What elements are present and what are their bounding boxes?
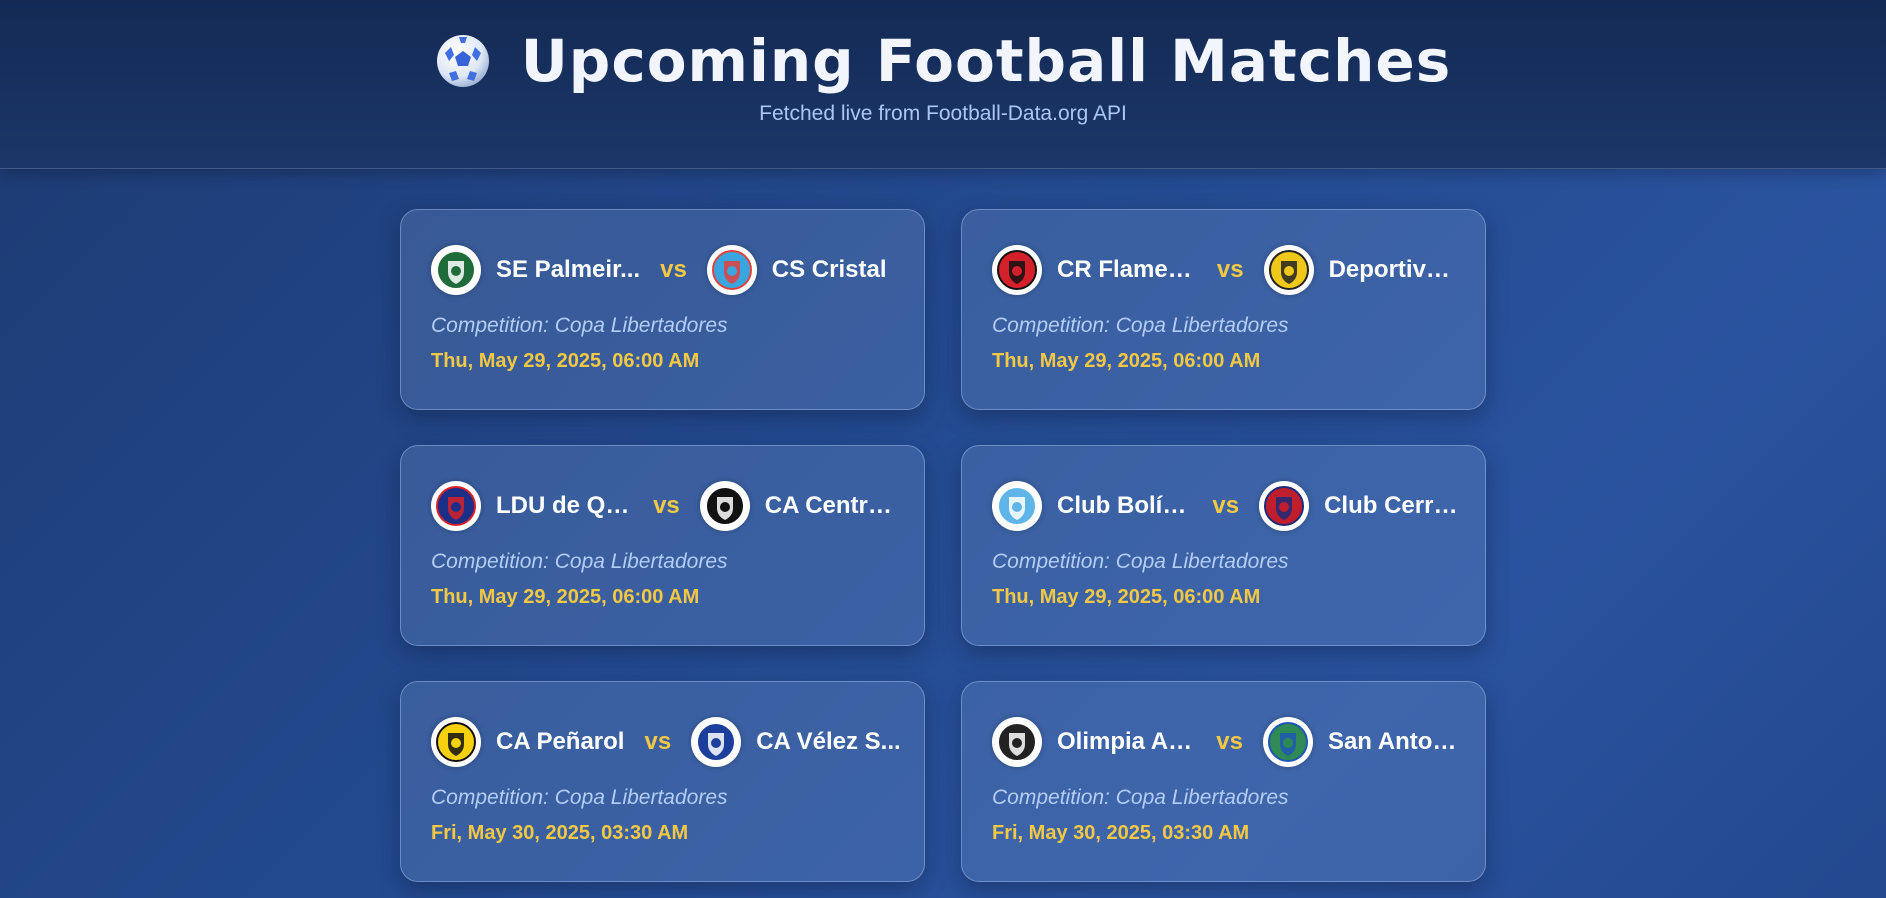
away-team-crest-icon <box>1259 481 1310 531</box>
away-team-crest-icon <box>1263 245 1314 295</box>
competition-label: Competition: Copa Libertadores <box>431 786 728 809</box>
teams-row: CA Peñarol vs CA Vélez S... <box>431 717 901 767</box>
away-team-name: San Anton... <box>1327 728 1462 755</box>
match-date: Thu, May 29, 2025, 06:00 AM <box>992 586 1261 608</box>
home-team-name: CA Peñarol <box>496 728 625 755</box>
away-team-name: CS Cristal <box>771 256 887 283</box>
home-team-crest-icon <box>431 481 481 531</box>
match-date: Thu, May 29, 2025, 06:00 AM <box>992 350 1261 372</box>
competition-label: Competition: Copa Libertadores <box>992 314 1289 337</box>
match-card[interactable]: Olimpia As... vs San Anton... Competitio… <box>961 681 1486 882</box>
away-team-name: Club Cerro... <box>1324 492 1462 519</box>
away-team-crest-icon <box>706 245 757 295</box>
match-card[interactable]: Club Bolívar vs Club Cerro... Competitio… <box>961 445 1486 646</box>
match-card[interactable]: CA Peñarol vs CA Vélez S... Competition:… <box>400 681 925 882</box>
home-team-name: Club Bolívar <box>1057 492 1193 519</box>
match-date: Thu, May 29, 2025, 06:00 AM <box>431 350 700 372</box>
competition-label: Competition: Copa Libertadores <box>992 550 1289 573</box>
match-card[interactable]: SE Palmeir... vs CS Cristal Competition:… <box>400 209 925 410</box>
page-header: Upcoming Football Matches Fetched live f… <box>0 0 1886 169</box>
home-team-crest-icon <box>992 481 1042 531</box>
vs-label: vs <box>644 728 672 755</box>
teams-row: Olimpia As... vs San Anton... <box>992 717 1462 767</box>
teams-row: LDU de Qu... vs CA Central... <box>431 481 901 531</box>
away-team-crest-icon <box>1262 717 1313 767</box>
home-team-name: LDU de Qu... <box>496 492 634 519</box>
match-card[interactable]: LDU de Qu... vs CA Central... Competitio… <box>400 445 925 646</box>
home-team-crest-icon <box>431 245 481 295</box>
vs-label: vs <box>1212 492 1240 519</box>
match-date: Fri, May 30, 2025, 03:30 AM <box>431 822 689 844</box>
title-row: Upcoming Football Matches <box>0 24 1886 98</box>
teams-row: CR Flamen... vs Deportivo ... <box>992 245 1462 295</box>
away-team-name: CA Vélez S... <box>756 728 901 755</box>
match-date: Fri, May 30, 2025, 03:30 AM <box>992 822 1250 844</box>
teams-row: SE Palmeir... vs CS Cristal <box>431 245 901 295</box>
competition-label: Competition: Copa Libertadores <box>992 786 1289 809</box>
match-card[interactable]: CR Flamen... vs Deportivo ... Competitio… <box>961 209 1486 410</box>
away-team-name: Deportivo ... <box>1328 256 1462 283</box>
vs-label: vs <box>1216 728 1243 755</box>
home-team-crest-icon <box>992 245 1042 295</box>
home-team-crest-icon <box>992 717 1042 767</box>
away-team-crest-icon <box>699 481 750 531</box>
competition-label: Competition: Copa Libertadores <box>431 314 728 337</box>
vs-label: vs <box>660 256 687 283</box>
page-subtitle: Fetched live from Football-Data.org API <box>759 102 1127 125</box>
home-team-crest-icon <box>431 717 481 767</box>
teams-row: Club Bolívar vs Club Cerro... <box>992 481 1462 531</box>
home-team-name: SE Palmeir... <box>496 256 641 283</box>
away-team-name: CA Central... <box>764 492 901 519</box>
home-team-name: Olimpia As... <box>1057 728 1197 755</box>
home-team-name: CR Flamen... <box>1057 256 1197 283</box>
match-date: Thu, May 29, 2025, 06:00 AM <box>431 586 700 608</box>
vs-label: vs <box>653 492 680 519</box>
matches-grid: SE Palmeir... vs CS Cristal Competition:… <box>400 209 1486 898</box>
vs-label: vs <box>1216 256 1244 283</box>
away-team-crest-icon <box>691 717 742 767</box>
page-title: Upcoming Football Matches <box>520 27 1452 95</box>
competition-label: Competition: Copa Libertadores <box>431 550 728 573</box>
soccer-ball-icon <box>436 35 489 87</box>
